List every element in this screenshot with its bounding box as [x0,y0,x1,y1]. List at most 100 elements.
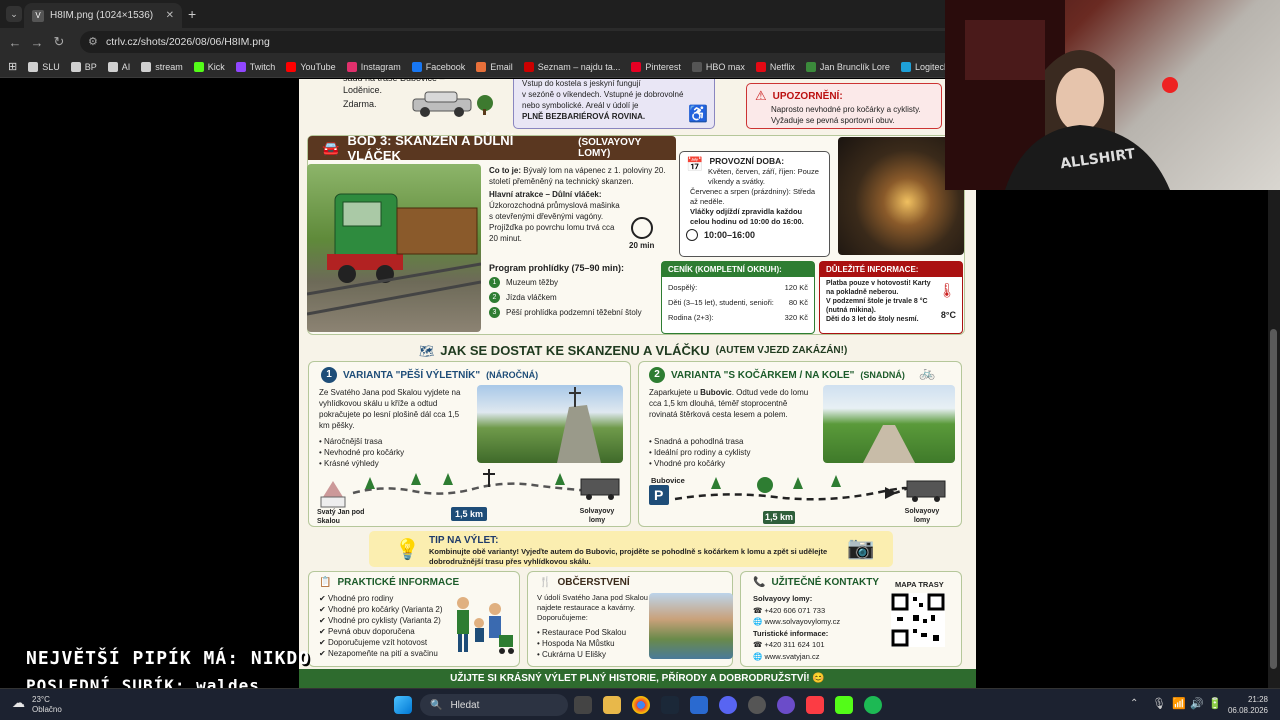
scrollbar-thumb[interactable] [1270,329,1277,669]
practical-item-label: Vhodné pro kočárky (Varianta 2) [327,605,443,614]
bookmark-item[interactable]: Netflix [755,61,795,72]
bookmark-item[interactable]: BP [70,61,97,72]
bullet-label: Nevhodné pro kočárky [324,448,405,457]
bookmark-item[interactable]: Jan Brunclík Lore [805,61,890,72]
number-badge: 1 [489,277,500,288]
practical-item: ✔ Doporučujeme vzít hotovost [319,638,428,647]
variant2-text-bold: Bubovic [700,388,732,397]
village-photo [649,593,733,659]
task-view-icon[interactable] [574,696,592,714]
address-bar[interactable]: ⚙ ctrlv.cz/shots/2026/08/06/H8IM.png [80,31,960,53]
warning-title: UPOZORNĚNÍ: [772,90,843,102]
wifi-icon[interactable]: 📶 [1172,697,1186,710]
folder-icon [107,61,118,72]
program-item-label: Jízda vláčkem [506,293,557,302]
contact-phone-1: ☎ +420 606 071 733 [753,605,826,615]
info-line-3: Děti do 3 let do štoly nesmí. [826,316,919,323]
practical-item: ✔ Pevná obuv doporučena [319,627,415,636]
battery-icon[interactable]: 🔋 [1208,697,1222,710]
practical-item: ✔ Vhodné pro kočárky (Varianta 2) [319,605,443,614]
steam-icon[interactable] [661,696,679,714]
mic-icon[interactable]: 🎙 [1152,697,1166,710]
bookmark-item[interactable]: HBO max [691,61,745,72]
tab-search-icon[interactable]: ⌄ [6,6,22,22]
bookmark-item[interactable]: Twitch [235,61,275,72]
bullet-item: • Nevhodné pro kočárky [319,448,405,457]
bod3-banner: 🚘 BOD 3: SKANZEN A DŮLNÍ VLÁČEK (SOLVAYO… [308,133,676,163]
program-list: 1 Muzeum těžby 2 Jízda vláčkem 3 Pěší prohl… [489,277,679,318]
apps-icon[interactable]: ⊞ [8,60,17,73]
spotify-icon[interactable] [864,696,882,714]
variant2-text-block: Zaparkujete u Bubovic. Odtud vede do lom… [649,388,809,419]
contacts-title: UŽITEČNÉ KONTAKTY [771,577,880,588]
bookmark-item[interactable]: SLU [28,61,60,72]
forward-icon[interactable]: → [26,35,48,50]
number-badge: 3 [489,307,500,318]
bookmark-item[interactable]: Email [476,61,513,72]
bullet-label: Snadná a pohodlná trasa [654,437,744,446]
price-value: 80 Kč [788,298,808,307]
chrome-icon[interactable] [632,696,650,714]
variant2-header: 2 VARIANTA "S KOČÁRKEM / NA KOLE" (SNADN… [649,367,905,383]
reload-icon[interactable]: ↻ [48,34,70,50]
clock-time: 21:28 [1247,695,1268,704]
car-icon: 🚘 [322,139,340,156]
bullet-item: • Náročnější trasa [319,437,383,446]
attr-time: 20 min [629,241,655,250]
variant1-start: Svatý Jan pod Skalou [317,509,365,525]
discord-icon[interactable] [719,696,737,714]
variant1-distance: 1,5 km [451,507,487,521]
site-info-icon[interactable]: ⚙ [88,35,98,48]
stream-overlay-line-1: NEJVĚTŠÍ PIPÍK MÁ: NIKDO [26,648,311,669]
taskbar-search[interactable]: 🔍 Hledat [420,694,568,716]
co-label: Co to je: [489,166,521,175]
warning-line-2: Vyžaduje se pevná sportovní obuv. [771,116,895,125]
clock-icon [631,217,653,239]
clock[interactable]: 21:28 06.08.2026 [1226,694,1268,716]
bookmark-label: Netflix [769,61,795,72]
bullet-item: • Ideální pro rodiny a cyklisty [649,448,751,457]
volume-icon[interactable]: 🔊 [1190,697,1204,710]
price-title: CENÍK (KOMPLETNÍ OKRUH): [662,262,814,277]
new-tab-icon[interactable]: + [188,6,196,22]
bookmark-item[interactable]: Seznam – najdu ta... [523,61,620,72]
family-icon [457,597,514,654]
weather-widget[interactable]: 23°C Oblačno [32,695,62,715]
file-explorer-icon[interactable] [603,696,621,714]
bookmark-item[interactable]: YouTube [286,61,336,72]
start-icon[interactable] [394,696,412,714]
clipboard-icon: 📋 [319,577,332,588]
logitech-icon [900,61,911,72]
chevron-up-icon[interactable]: ⌃ [1130,698,1138,709]
bookmark-item[interactable]: Kick [193,61,225,72]
price-value: 320 Kč [784,313,808,322]
practical-item: ✔ Nezapomeňte na pití a svačinu [319,649,438,658]
app-icon[interactable] [777,696,795,714]
bookmark-item[interactable]: Facebook [411,61,465,72]
bookmark-label: BP [84,61,97,72]
bookmark-item[interactable]: Pinterest [631,61,681,72]
bookmark-item[interactable]: stream [141,61,183,72]
price-row: Rodina (2+3): 320 Kč [668,310,808,325]
price-label: Děti (3–15 let), studenti, senioři: [668,298,774,307]
tab-active[interactable]: V H8IM.png (1024×1536) ✕ [24,3,182,28]
practical-item-label: Pevná obuv doporučena [327,627,415,636]
camera-icon: 📷 [847,535,875,560]
music-icon[interactable] [806,696,824,714]
hours-line-1: Květen, červen, září, říjen: Pouze víken… [708,167,819,186]
kick-icon[interactable] [835,696,853,714]
photos-icon[interactable] [690,696,708,714]
search-placeholder: Hledat [450,699,480,711]
program-item: 2 Jízda vláčkem [489,292,679,303]
back-icon[interactable]: ← [4,35,26,50]
bookmark-item[interactable]: AI [107,61,130,72]
hours-line-3: Vláčky odjíždí zpravidla každou celou ho… [690,207,804,226]
variant1-tag: (NÁROČNÁ) [486,370,539,380]
close-tab-icon[interactable]: ✕ [166,10,174,21]
price-row: Dospělý: 120 Kč [668,280,808,295]
bookmark-item[interactable]: Instagram [346,61,401,72]
qr-code-icon [891,593,945,647]
obs-icon[interactable] [748,696,766,714]
wheelchair-icon: ♿ [688,106,708,123]
bookmark-label: Pinterest [645,61,681,72]
